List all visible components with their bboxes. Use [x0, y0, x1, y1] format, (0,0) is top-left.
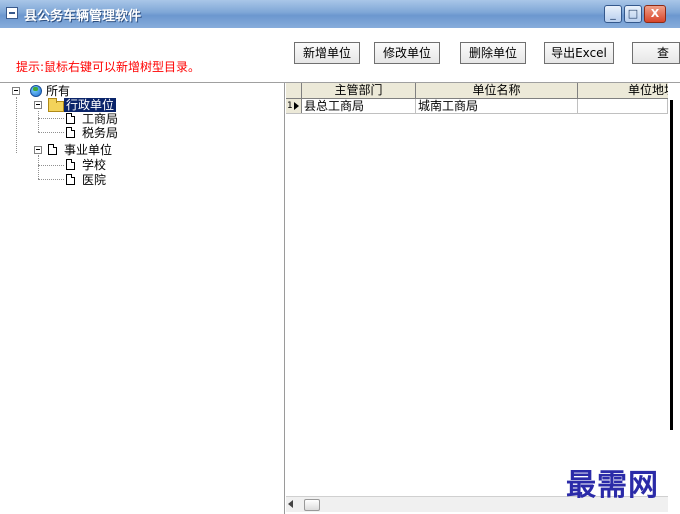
tree-node-hospital[interactable]: 医院: [0, 173, 140, 187]
column-header-dept[interactable]: 主管部门: [302, 83, 416, 98]
close-icon: X: [650, 7, 660, 20]
column-header-address[interactable]: 单位地址: [578, 83, 678, 98]
open-folder-icon: [48, 98, 64, 112]
cell-name[interactable]: 城南工商局: [416, 99, 578, 113]
tree-node-label: 医院: [82, 173, 107, 187]
title-bar: 县公务车辆管理软件 _ □ X: [0, 0, 680, 28]
document-icon: [66, 113, 75, 124]
window-border: [670, 100, 673, 430]
tree-node-tax-bureau[interactable]: 税务局: [0, 126, 140, 140]
tree-node-public-institutions[interactable]: 事业单位: [0, 143, 140, 157]
minimize-button[interactable]: _: [604, 5, 622, 23]
toolbar: 提示:鼠标右键可以新增树型目录。 新增单位 修改单位 删除单位 导出Excel …: [0, 28, 680, 83]
scroll-left-icon[interactable]: [288, 500, 293, 508]
collapse-icon[interactable]: [34, 101, 42, 109]
data-grid: 主管部门 单位名称 单位地址 1 县总工商局 城南工商局: [286, 83, 676, 514]
document-icon: [66, 159, 75, 170]
collapse-icon[interactable]: [34, 146, 42, 154]
minimize-icon: _: [610, 7, 616, 20]
tree-node-school[interactable]: 学校: [0, 158, 140, 172]
tree-panel: 所有 行政单位 工商局 税务局 事业单位 学校 医院: [0, 83, 285, 514]
current-row-arrow-icon: [293, 101, 299, 110]
delete-unit-button[interactable]: 删除单位: [460, 42, 526, 64]
tree-node-label: 学校: [82, 158, 107, 172]
export-excel-button[interactable]: 导出Excel: [544, 42, 614, 64]
document-icon: [48, 144, 57, 155]
globe-icon: [30, 85, 42, 97]
hint-text: 提示:鼠标右键可以新增树型目录。: [16, 60, 201, 74]
add-unit-button[interactable]: 新增单位: [294, 42, 360, 64]
document-icon: [66, 127, 75, 138]
row-number: 1: [287, 101, 293, 111]
collapse-icon[interactable]: [12, 87, 20, 95]
edit-unit-button[interactable]: 修改单位: [374, 42, 440, 64]
document-icon: [66, 174, 75, 185]
maximize-button[interactable]: □: [624, 5, 642, 23]
grid-header: 主管部门 单位名称 单位地址: [286, 83, 676, 99]
tree-node-label: 税务局: [82, 126, 119, 140]
cell-dept[interactable]: 县总工商局: [302, 99, 416, 113]
tree-node-label: 所有: [46, 84, 71, 98]
row-indicator[interactable]: 1: [286, 99, 302, 113]
tree-node-label: 事业单位: [64, 143, 113, 157]
tree-node-label: 工商局: [82, 112, 119, 126]
scroll-thumb[interactable]: [304, 499, 320, 511]
tree-node-admin-units[interactable]: 行政单位: [0, 98, 140, 112]
maximize-icon: □: [627, 7, 639, 20]
column-header-name[interactable]: 单位名称: [416, 83, 578, 98]
tree-node-industry-bureau[interactable]: 工商局: [0, 112, 140, 126]
query-button[interactable]: 查: [632, 42, 680, 64]
watermark: 最需网: [566, 468, 659, 503]
cell-address[interactable]: [578, 99, 668, 113]
row-indicator-header: [286, 83, 302, 98]
table-row[interactable]: 1 县总工商局 城南工商局: [286, 99, 668, 114]
close-button[interactable]: X: [644, 5, 666, 23]
tree-node-root[interactable]: 所有: [0, 84, 120, 98]
app-icon: [6, 7, 18, 19]
window-title: 县公务车辆管理软件: [24, 9, 142, 24]
tree-node-label: 行政单位: [64, 98, 117, 112]
